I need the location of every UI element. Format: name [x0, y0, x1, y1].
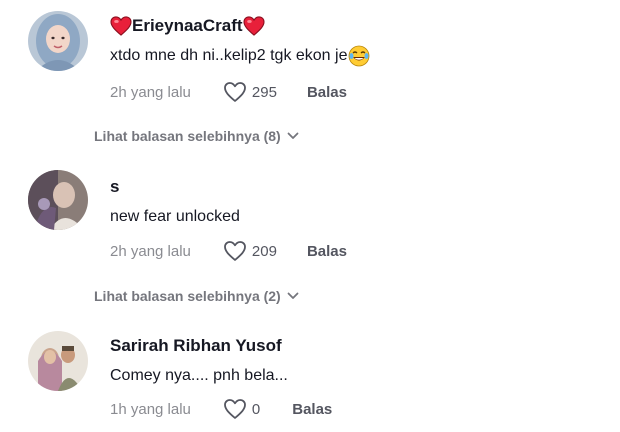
- avatar[interactable]: [28, 11, 88, 71]
- heart-outline-icon: [224, 399, 246, 419]
- avatar[interactable]: [28, 331, 88, 391]
- comment-timestamp: 2h yang lalu: [110, 242, 191, 260]
- reply-button[interactable]: Balas: [307, 243, 347, 260]
- comment-meta: 2h yang lalu 295 Balas: [110, 81, 347, 103]
- like-count: 295: [251, 83, 277, 101]
- like-count: 209: [251, 242, 277, 260]
- comment-text-content: new fear unlocked: [110, 208, 240, 225]
- comment-username[interactable]: ErieynaaCraft: [110, 15, 370, 37]
- comment-meta: 2h yang lalu 209 Balas: [110, 240, 347, 262]
- reply-button[interactable]: Balas: [307, 84, 347, 101]
- view-more-replies-label: Lihat balasan selebihnya (8): [94, 128, 281, 144]
- comment-username-text: s: [110, 177, 120, 196]
- comment-text-content: Comey nya.... pnh bela...: [110, 367, 288, 384]
- like-button[interactable]: 295: [223, 81, 277, 103]
- like-button[interactable]: 209: [223, 240, 277, 262]
- comment-text: Comey nya.... pnh bela...: [110, 365, 288, 387]
- reply-button[interactable]: Balas: [292, 401, 332, 418]
- comment-text: xtdo mne dh ni..kelip2 tgk ekon je: [110, 45, 370, 67]
- view-more-replies-button[interactable]: Lihat balasan selebihnya (8): [94, 126, 299, 146]
- comment-text-content: xtdo mne dh ni..kelip2 tgk ekon je: [110, 47, 348, 64]
- chevron-down-icon: [287, 292, 299, 299]
- tears-of-joy-emoji-icon: [349, 45, 370, 67]
- comment-username[interactable]: s: [110, 176, 240, 198]
- comment-content: s new fear unlocked: [110, 176, 240, 228]
- comment-timestamp: 2h yang lalu: [110, 83, 191, 101]
- red-heart-icon: [110, 16, 132, 36]
- comment-meta: 1h yang lalu 0 Balas: [110, 398, 332, 420]
- red-heart-icon: [243, 16, 265, 36]
- comment-username-text: Sarirah Ribhan Yusof: [110, 336, 282, 355]
- avatar[interactable]: [28, 170, 88, 230]
- comment-content: ErieynaaCraft xtdo mne dh ni..kelip2 tgk…: [110, 15, 370, 67]
- like-count: 0: [251, 400, 261, 418]
- view-more-replies-label: Lihat balasan selebihnya (2): [94, 288, 281, 304]
- comment-content: Sarirah Ribhan Yusof Comey nya.... pnh b…: [110, 335, 288, 387]
- heart-outline-icon: [224, 82, 246, 102]
- view-more-replies-button[interactable]: Lihat balasan selebihnya (2): [94, 286, 299, 306]
- comment-text: new fear unlocked: [110, 206, 240, 228]
- avatar-image: [28, 170, 88, 230]
- chevron-down-icon: [287, 132, 299, 139]
- comment-username-text: ErieynaaCraft: [132, 16, 243, 35]
- comment-username[interactable]: Sarirah Ribhan Yusof: [110, 335, 288, 357]
- comment-timestamp: 1h yang lalu: [110, 400, 191, 418]
- like-button[interactable]: 0: [223, 398, 260, 420]
- avatar-image: [28, 331, 88, 391]
- heart-outline-icon: [224, 241, 246, 261]
- avatar-image: [28, 11, 88, 71]
